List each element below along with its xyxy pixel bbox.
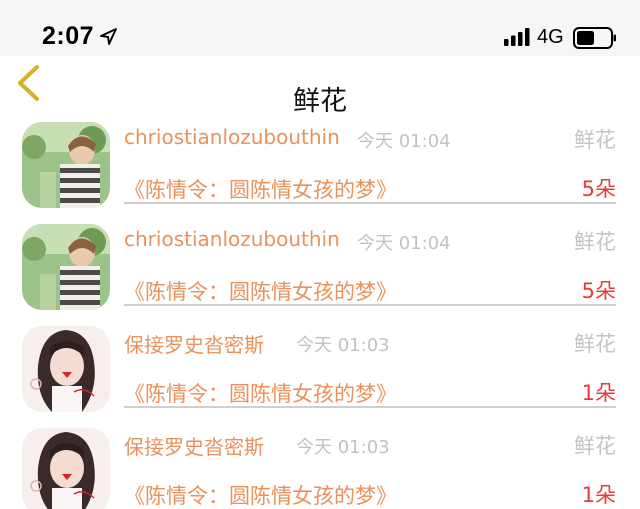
avatar[interactable] <box>22 428 110 509</box>
list-item[interactable]: chriostianlozubouthin 今天 01:04 鲜花 《陈情令：圆… <box>0 116 640 218</box>
flower-count: 5朵 <box>581 279 616 303</box>
divider <box>124 202 616 204</box>
location-arrow-icon <box>100 28 117 45</box>
list-item[interactable]: chriostianlozubouthin 今天 01:04 鲜花 《陈情令：圆… <box>0 218 640 320</box>
flower-count: 5朵 <box>581 177 616 201</box>
user-name[interactable]: chriostianlozubouthin <box>124 125 340 149</box>
book-title-link[interactable]: 《陈情令：圆陈情女孩的梦》 <box>124 480 397 509</box>
network-type: 4G <box>537 26 564 48</box>
flower-count: 1朵 <box>581 381 616 405</box>
book-title-link[interactable]: 《陈情令：圆陈情女孩的梦》 <box>124 276 397 306</box>
flower-record-list: chriostianlozubouthin 今天 01:04 鲜花 《陈情令：圆… <box>0 116 640 509</box>
nav-bar: 鲜花 <box>0 56 640 117</box>
divider <box>124 304 616 306</box>
list-item[interactable]: 保接罗史沓密斯 今天 01:03 鲜花 《陈情令：圆陈情女孩的梦》 1朵 <box>0 422 640 509</box>
battery-icon <box>573 27 616 49</box>
record-time: 今天 01:04 <box>357 233 451 254</box>
gift-type: 鲜花 <box>574 332 616 356</box>
avatar[interactable] <box>22 326 110 412</box>
status-bar: 2:07 4G <box>0 0 640 56</box>
page-title: 鲜花 <box>293 86 347 117</box>
avatar[interactable] <box>22 122 110 208</box>
divider <box>124 406 616 408</box>
user-name[interactable]: 保接罗史沓密斯 <box>124 329 264 358</box>
book-title-link[interactable]: 《陈情令：圆陈情女孩的梦》 <box>124 174 397 204</box>
gift-type: 鲜花 <box>574 128 616 152</box>
record-time: 今天 01:03 <box>296 437 390 458</box>
flower-count: 1朵 <box>581 483 616 507</box>
signal-icon <box>504 28 530 46</box>
status-time: 2:07 <box>42 22 95 50</box>
record-time: 今天 01:04 <box>357 131 451 152</box>
list-item[interactable]: 保接罗史沓密斯 今天 01:03 鲜花 《陈情令：圆陈情女孩的梦》 1朵 <box>0 320 640 422</box>
user-name[interactable]: 保接罗史沓密斯 <box>124 431 264 460</box>
book-title-link[interactable]: 《陈情令：圆陈情女孩的梦》 <box>124 378 397 408</box>
record-time: 今天 01:03 <box>296 335 390 356</box>
gift-type: 鲜花 <box>574 230 616 254</box>
gift-type: 鲜花 <box>574 434 616 458</box>
avatar[interactable] <box>22 224 110 310</box>
user-name[interactable]: chriostianlozubouthin <box>124 227 340 251</box>
